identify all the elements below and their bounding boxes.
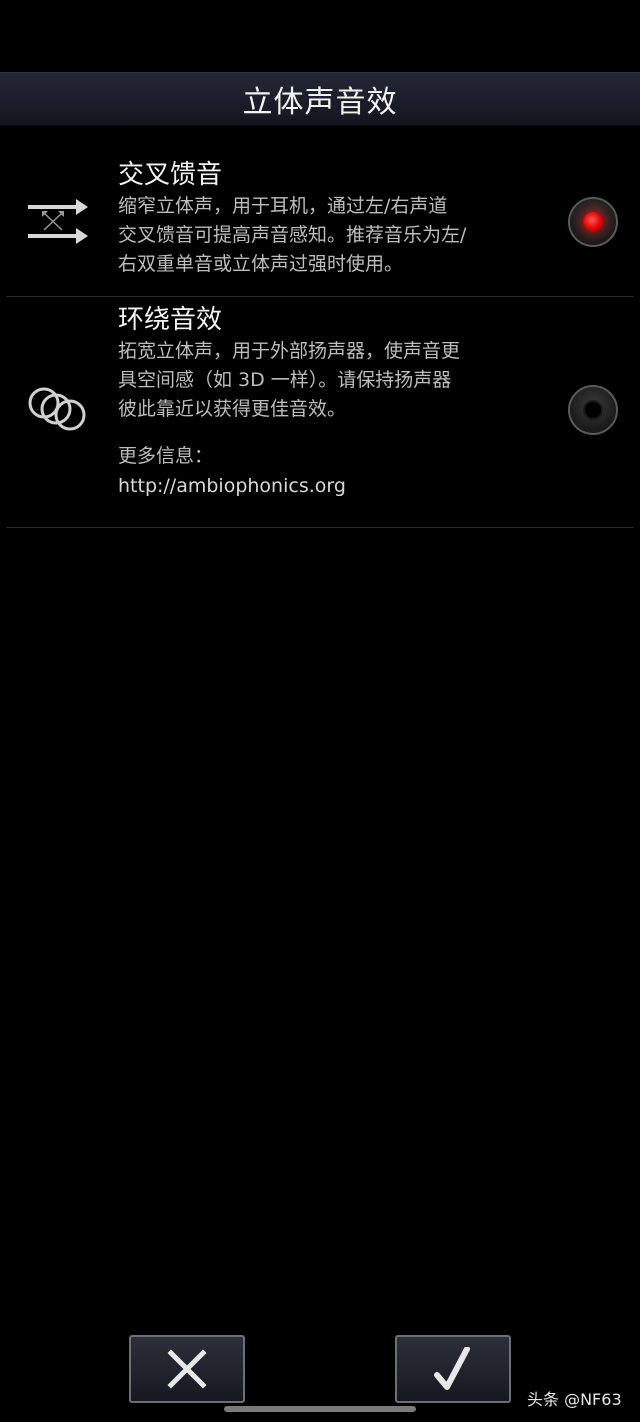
divider bbox=[6, 527, 634, 528]
more-info-label: 更多信息： bbox=[118, 445, 214, 467]
radio-surround[interactable] bbox=[568, 385, 618, 435]
option-desc-line: 具空间感（如 3D 一样）。请保持扬声器 bbox=[118, 369, 452, 391]
surround-rings-icon bbox=[22, 381, 94, 441]
option-desc-line: 拓宽立体声，用于外部扬声器，使声音更 bbox=[118, 340, 461, 362]
dialog-header: 立体声音效 bbox=[0, 72, 640, 126]
option-desc-line: 交叉馈音可提高声音感知。推荐音乐为左/ bbox=[118, 224, 467, 246]
close-icon bbox=[167, 1349, 207, 1389]
confirm-button[interactable] bbox=[395, 1335, 511, 1403]
check-icon bbox=[434, 1347, 470, 1390]
option-title: 交叉馈音 bbox=[118, 160, 223, 190]
option-crossfeed[interactable]: 交叉馈音 缩窄立体声，用于耳机，通过左/右声道 交叉馈音可提高声音感知。推荐音乐… bbox=[0, 150, 640, 296]
more-info-link[interactable]: http://ambiophonics.org bbox=[118, 471, 548, 501]
option-desc-line: 右双重单音或立体声过强时使用。 bbox=[118, 253, 404, 275]
cancel-button[interactable] bbox=[129, 1335, 245, 1403]
watermark: 头条 @NF63 bbox=[527, 1390, 622, 1409]
option-desc-line: 缩窄立体声，用于耳机，通过左/右声道 bbox=[118, 195, 448, 217]
dialog-title: 立体声音效 bbox=[242, 85, 398, 120]
option-surround[interactable]: 环绕音效 拓宽立体声，用于外部扬声器，使声音更 具空间感（如 3D 一样）。请保… bbox=[0, 297, 640, 527]
option-title: 环绕音效 bbox=[118, 305, 223, 335]
radio-selected-dot bbox=[583, 212, 603, 232]
home-indicator[interactable] bbox=[224, 1406, 416, 1412]
crossfeed-arrows-icon bbox=[22, 194, 94, 254]
radio-unselected-dot bbox=[583, 400, 603, 420]
option-desc-line: 彼此靠近以获得更佳音效。 bbox=[118, 398, 347, 420]
radio-crossfeed[interactable] bbox=[568, 197, 618, 247]
